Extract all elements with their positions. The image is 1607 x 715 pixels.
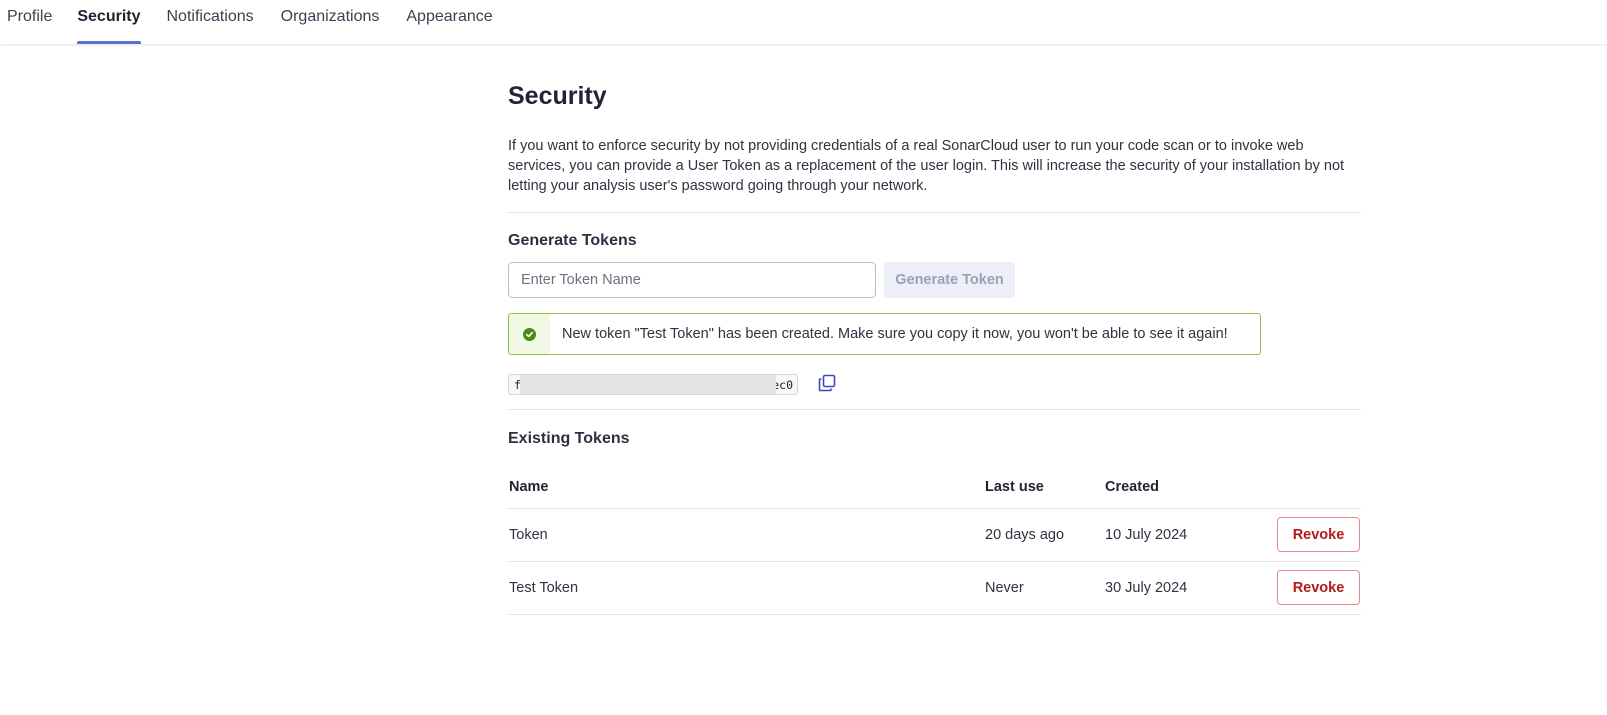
tab-appearance[interactable]: Appearance	[406, 0, 492, 44]
column-header-created: Created	[1104, 466, 1254, 509]
generate-tokens-heading: Generate Tokens	[508, 232, 637, 249]
new-token-value[interactable]: f ec0	[508, 374, 798, 395]
revoke-button[interactable]: Revoke	[1277, 570, 1360, 605]
token-actions: Revoke	[1254, 561, 1361, 615]
generate-token-button[interactable]: Generate Token	[884, 262, 1015, 298]
divider	[508, 409, 1361, 410]
check-circle-icon	[523, 327, 536, 341]
alert-icon-box	[509, 314, 550, 354]
token-last-use: 20 days ago	[984, 508, 1104, 562]
page-title: Security	[508, 82, 607, 110]
tab-security[interactable]: Security	[77, 0, 141, 44]
token-created: 10 July 2024	[1104, 508, 1254, 562]
revoke-button[interactable]: Revoke	[1277, 517, 1360, 552]
token-created: 30 July 2024	[1104, 561, 1254, 615]
token-actions: Revoke	[1254, 508, 1361, 562]
column-header-actions	[1254, 466, 1361, 509]
existing-tokens-heading: Existing Tokens	[508, 430, 630, 447]
copy-token-button[interactable]	[815, 373, 839, 397]
token-name: Token	[508, 508, 984, 562]
existing-tokens-table: Name Last use Created Token 20 days ago …	[508, 466, 1361, 615]
copy-icon	[818, 374, 836, 397]
tab-notifications[interactable]: Notifications	[167, 0, 254, 44]
table-row: Token 20 days ago 10 July 2024 Revoke	[508, 508, 1361, 562]
column-header-name: Name	[508, 466, 984, 509]
table-header-row: Name Last use Created	[508, 466, 1361, 509]
token-redaction	[520, 375, 776, 394]
token-name: Test Token	[508, 561, 984, 615]
alert-message: New token "Test Token" has been created.…	[562, 326, 1228, 342]
tab-organizations[interactable]: Organizations	[281, 0, 380, 44]
intro-text: If you want to enforce security by not p…	[508, 138, 1345, 194]
success-alert: New token "Test Token" has been created.…	[508, 313, 1261, 355]
tab-profile[interactable]: Profile	[7, 0, 52, 44]
token-name-input[interactable]	[508, 262, 876, 298]
token-last-use: Never	[984, 561, 1104, 615]
top-navigation: Profile Security Notifications Organizat…	[0, 0, 1607, 44]
table-row: Test Token Never 30 July 2024 Revoke	[508, 561, 1361, 615]
column-header-last-use: Last use	[984, 466, 1104, 509]
divider	[508, 212, 1361, 213]
